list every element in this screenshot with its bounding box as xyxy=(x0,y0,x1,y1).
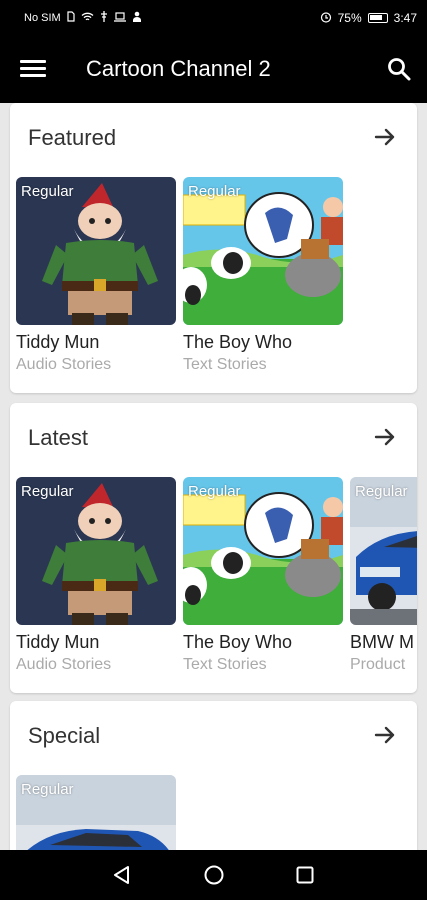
story-card[interactable]: Regular Tiddy Mun Audio Stories xyxy=(16,477,176,674)
category-badge: Regular xyxy=(21,483,74,500)
category-badge: Regular xyxy=(355,483,408,500)
sim-icon xyxy=(67,11,75,25)
laptop-icon xyxy=(113,11,126,25)
clock: 3:47 xyxy=(393,11,417,25)
section-latest: Latest Regular Tiddy Mun Audio Stories R… xyxy=(10,403,417,693)
story-thumbnail: Regular xyxy=(16,177,176,325)
status-bar: No SIM 75% 3:47 xyxy=(0,0,427,36)
story-category: Audio Stories xyxy=(16,656,112,673)
menu-icon[interactable] xyxy=(20,60,46,80)
story-thumbnail: Regular xyxy=(183,177,343,325)
category-badge: Regular xyxy=(188,183,241,200)
story-thumbnail: Regular xyxy=(16,477,176,625)
battery-icon xyxy=(367,13,388,23)
search-icon[interactable] xyxy=(386,56,412,82)
story-thumbnail: Regular xyxy=(183,477,343,625)
recents-square-icon[interactable] xyxy=(293,863,317,887)
category-badge: Regular xyxy=(188,483,241,500)
story-title: The Boy Who xyxy=(183,332,293,352)
arrow-right-icon[interactable] xyxy=(373,125,397,149)
category-badge: Regular xyxy=(21,781,74,798)
arrow-right-icon[interactable] xyxy=(373,425,397,449)
story-category: Audio Stories xyxy=(16,356,112,373)
back-triangle-icon[interactable] xyxy=(110,863,134,887)
story-card[interactable]: Regular BMW M Product xyxy=(350,477,417,674)
story-title: Tiddy Mun xyxy=(16,632,100,652)
battery-percent: 75% xyxy=(337,11,362,25)
category-badge: Regular xyxy=(21,183,74,200)
arrow-right-icon[interactable] xyxy=(373,723,397,747)
story-category: Text Stories xyxy=(183,356,267,373)
story-title: Tiddy Mun xyxy=(16,332,100,352)
section-special: Special Regular xyxy=(10,701,417,850)
content-scroll[interactable]: Featured Regular Tiddy Mun Audio Stories… xyxy=(0,103,427,850)
home-circle-icon[interactable] xyxy=(202,863,226,887)
story-thumbnail: Regular xyxy=(16,775,176,850)
system-nav-bar xyxy=(0,850,427,900)
story-card[interactable]: Regular The Boy Who Text Stories xyxy=(183,477,343,674)
alarm-icon xyxy=(320,11,332,26)
story-category: Product xyxy=(350,656,406,673)
section-featured: Featured Regular Tiddy Mun Audio Stories… xyxy=(10,103,417,393)
story-thumbnail: Regular xyxy=(350,477,417,625)
story-card[interactable]: Regular xyxy=(16,775,176,850)
person-icon xyxy=(132,11,142,25)
story-category: Text Stories xyxy=(183,656,267,673)
story-title: The Boy Who xyxy=(183,632,293,652)
app-bar: Cartoon Channel 2 xyxy=(0,36,427,103)
wifi-icon xyxy=(81,12,94,25)
section-title: Featured xyxy=(28,125,117,150)
section-title: Latest xyxy=(28,425,88,450)
carrier-label: No SIM xyxy=(24,12,61,24)
story-card[interactable]: Regular Tiddy Mun Audio Stories xyxy=(16,177,176,374)
usb-icon xyxy=(100,11,108,25)
story-card[interactable]: Regular The Boy Who Text Stories xyxy=(183,177,343,374)
section-title: Special xyxy=(28,723,101,748)
story-title: BMW M xyxy=(350,632,414,652)
app-title: Cartoon Channel 2 xyxy=(86,56,271,81)
